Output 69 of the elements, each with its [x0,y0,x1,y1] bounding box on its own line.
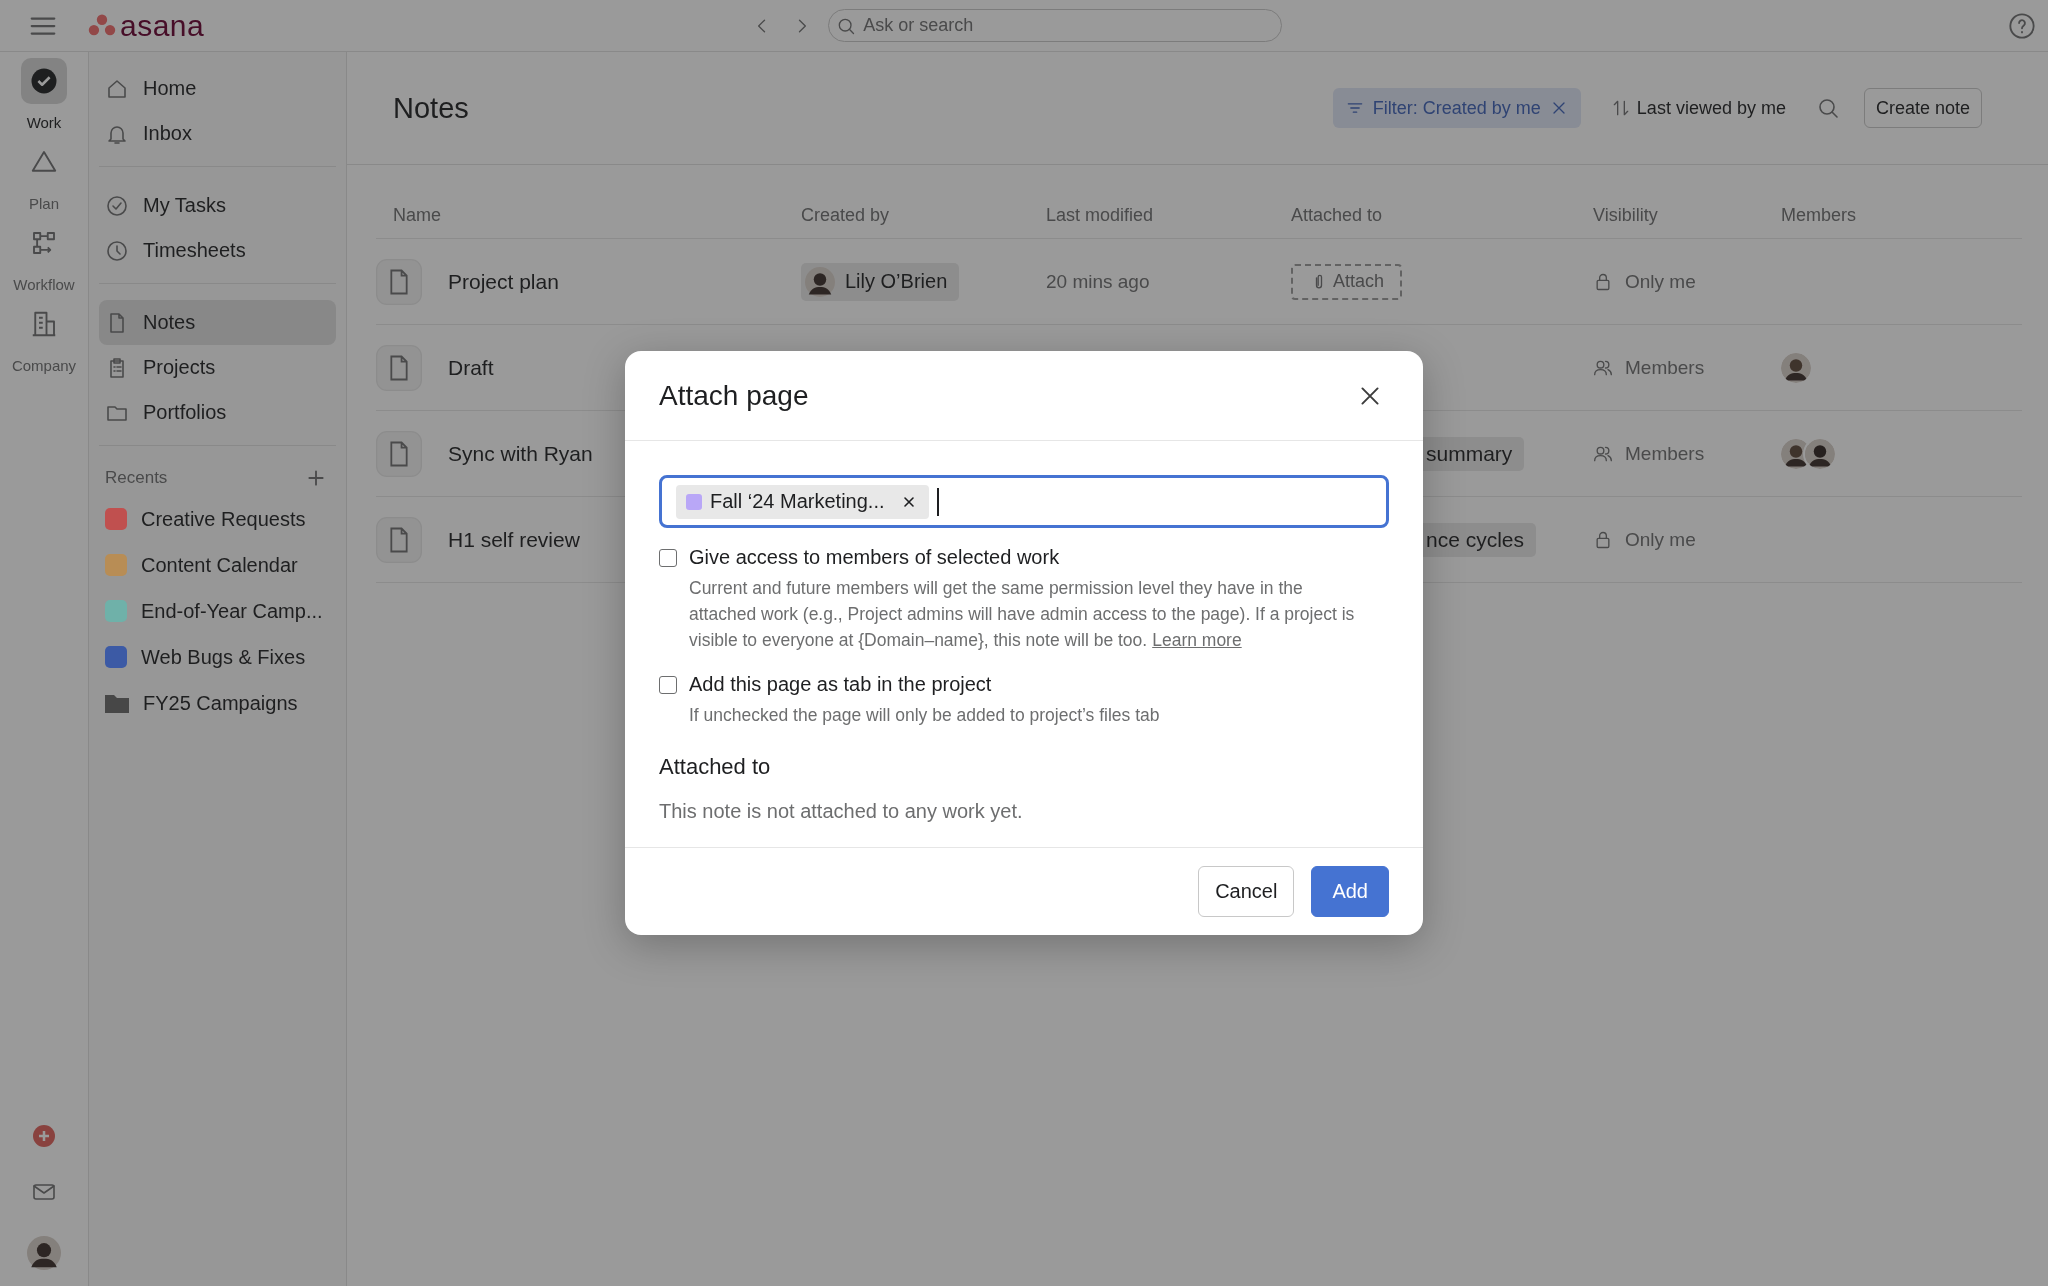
note-title[interactable]: Draft [448,355,494,380]
plus-icon[interactable] [306,468,326,488]
create-note-button[interactable]: Create note [1863,88,1982,128]
note-title[interactable]: H1 self review [448,527,580,552]
note-title[interactable]: Sync with Ryan [448,441,593,466]
checkbox[interactable] [659,549,677,567]
visibility-label: Only me [1625,270,1696,293]
avatar[interactable] [27,1236,61,1270]
avatar [1781,352,1811,383]
sort-button[interactable]: Last viewed by me [1604,96,1792,120]
cancel-button[interactable]: Cancel [1198,866,1295,917]
column-header: Members [1781,205,1857,226]
logo-wordmark: asana [120,10,205,41]
selected-work-tag[interactable]: Fall ‘24 Marketing... [676,484,929,519]
option-description: If unchecked the page will only be added to project’s files tab [689,704,1161,727]
sidebar-item[interactable]: My Tasks [99,183,336,228]
column-header: Last modified [1046,205,1155,226]
sidebar-item[interactable]: Notes [99,300,336,345]
sidebar-item[interactable]: Creative Requests [99,496,336,542]
modified-time: 20 mins ago [1046,270,1150,293]
attach-button[interactable]: Attach [1291,263,1403,300]
document-icon [376,344,422,391]
work-search-field[interactable]: Fall ‘24 Marketing... [659,475,1389,528]
checkbox-label[interactable]: Give access to members of selected work [689,546,1060,568]
document-icon [376,516,422,563]
checkbox-label[interactable]: Add this page as tab in the project [689,673,992,695]
section-heading: Recents [105,468,168,488]
help-icon[interactable] [2008,11,2036,40]
document-icon [376,430,422,477]
sidebar-item[interactable]: Content Calendar [99,542,336,588]
sidebar-item[interactable]: Portfolios [99,390,336,435]
page-title: Notes [393,91,469,125]
section-heading: Attached to [659,754,772,780]
rail-item[interactable]: Plan [6,139,82,216]
person-chip[interactable]: Lily O’Brien [801,262,960,301]
document-icon [376,258,422,305]
sidebar-item[interactable]: Web Bugs & Fixes [99,634,336,680]
sidebar-item[interactable]: End-of-Year Camp... [99,588,336,634]
visibility-label: Members [1625,442,1705,465]
column-header: Created by [801,205,891,226]
sidebar-item[interactable]: Inbox [99,111,336,156]
sidebar-item[interactable]: Timesheets [99,228,336,273]
avatar [1805,438,1835,469]
search-icon [836,16,857,36]
sidebar-item[interactable]: FY25 Campaigns [99,680,336,726]
logo-icon [88,14,116,37]
sidebar-item[interactable]: Home [99,66,336,111]
search-field[interactable]: Ask or search [828,9,1283,42]
add-icon[interactable] [32,1124,56,1148]
rail-item[interactable]: Work [6,58,82,135]
rail-item[interactable]: Company [6,301,82,378]
rail-item[interactable]: Workflow [6,220,82,297]
note-title[interactable]: Project plan [448,269,559,294]
filter-chip[interactable]: Filter: Created by me [1332,88,1581,128]
learn-more-link[interactable]: Learn more [1152,630,1242,650]
avatar [805,266,835,297]
column-header: Name [392,205,442,226]
visibility-label: Members [1625,356,1705,379]
column-header: Visibility [1593,205,1659,226]
add-button[interactable]: Add [1311,866,1389,917]
text-cursor [936,487,939,516]
visibility-label: Only me [1625,528,1696,551]
empty-state-text: This note is not attached to any work yet. [659,800,1024,823]
dialog-title: Attach page [659,379,809,412]
checkbox[interactable] [659,676,677,694]
sidebar-item[interactable]: Projects [99,345,336,390]
option-description: Current and future members will get the same permission level they have in the attached work (e.g., Project admins will have admin access to the page). If a project is visible to everyone at {Domain–name}, this note will be too. Learn more [689,577,1356,652]
column-header: Attached to [1291,205,1384,226]
clock-icon [105,238,129,263]
